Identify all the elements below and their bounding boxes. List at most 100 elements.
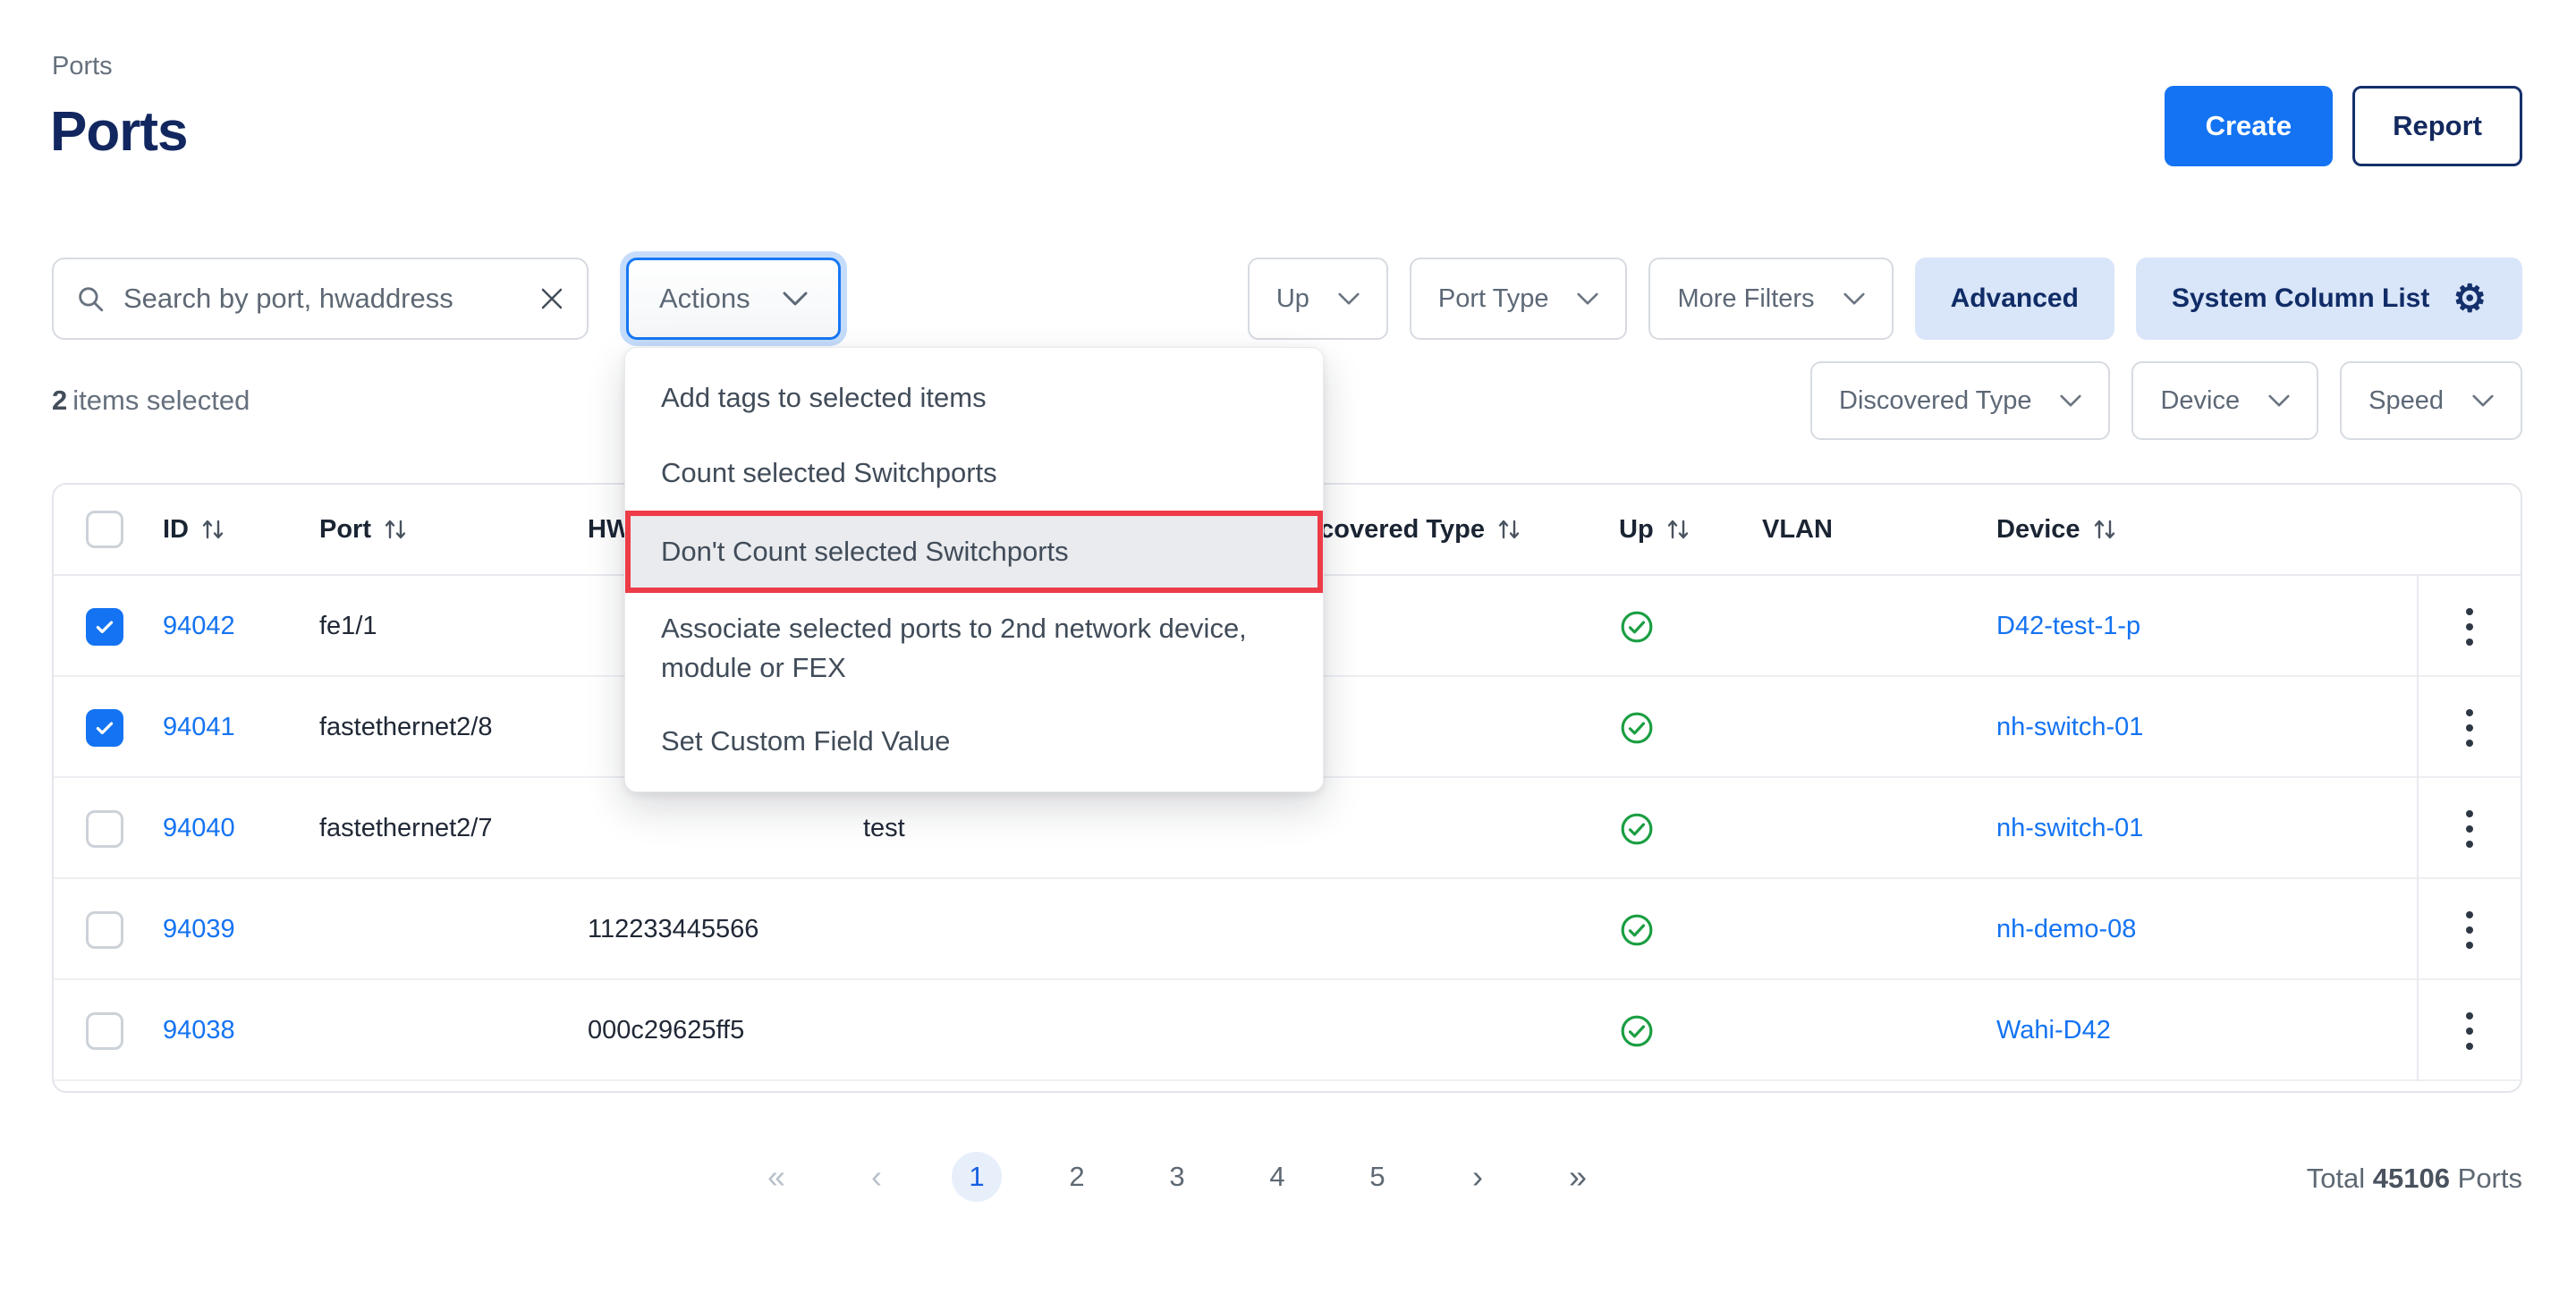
- actions-dropdown-menu: Add tags to selected items Count selecte…: [624, 347, 1324, 792]
- port-id-link[interactable]: 94038: [163, 1016, 319, 1045]
- port-id-link[interactable]: 94041: [163, 713, 319, 742]
- page-title: Ports: [50, 100, 187, 164]
- hw-cell: 112233445566: [588, 915, 863, 944]
- toolbar: Actions Up Port Type More Fil: [52, 258, 2522, 340]
- page-button-4[interactable]: 4: [1252, 1152, 1302, 1202]
- column-header-device[interactable]: Device: [1996, 515, 2417, 545]
- system-column-list-button[interactable]: System Column List ⚙: [2136, 258, 2522, 340]
- up-check-icon: [1619, 609, 1762, 645]
- row-checkbox[interactable]: [86, 911, 123, 949]
- row-actions-kebab-icon[interactable]: [2457, 902, 2482, 958]
- menu-item-set-custom-field[interactable]: Set Custom Field Value: [625, 704, 1323, 779]
- up-check-icon: [1619, 1013, 1762, 1049]
- filter-speed[interactable]: Speed: [2340, 361, 2522, 440]
- chevron-down-icon: [1338, 292, 1360, 306]
- total-count: 45106: [2373, 1163, 2450, 1194]
- chevron-down-icon: [2268, 394, 2290, 408]
- device-link[interactable]: nh-switch-01: [1996, 713, 2417, 742]
- first-page-icon[interactable]: «: [751, 1158, 801, 1196]
- column-header-id[interactable]: ID: [163, 515, 319, 545]
- filter-speed-label: Speed: [2368, 386, 2444, 416]
- filter-up[interactable]: Up: [1248, 258, 1388, 340]
- hw-cell: 000c29625ff5: [588, 1016, 863, 1045]
- row-actions-kebab-icon[interactable]: [2457, 599, 2482, 655]
- chevron-down-icon: [2060, 394, 2081, 408]
- device-link[interactable]: Wahi-D42: [1996, 1016, 2417, 1045]
- menu-item-count-switchports[interactable]: Count selected Switchports: [625, 436, 1323, 511]
- row-checkbox[interactable]: [86, 608, 123, 646]
- row-actions-kebab-icon[interactable]: [2457, 1003, 2482, 1059]
- menu-item-add-tags[interactable]: Add tags to selected items: [625, 360, 1323, 436]
- total-label: Total: [2307, 1163, 2365, 1194]
- column-header-discovered-type[interactable]: Discovered Type: [1279, 515, 1619, 545]
- column-header-vlan[interactable]: VLAN: [1762, 515, 1996, 545]
- device-link[interactable]: nh-switch-01: [1996, 814, 2417, 843]
- chevron-down-icon: [1843, 292, 1865, 306]
- next-page-icon[interactable]: ›: [1453, 1158, 1503, 1196]
- table-row: 94039 112233445566 nh-demo-08: [54, 879, 2521, 980]
- device-link[interactable]: nh-demo-08: [1996, 915, 2417, 944]
- port-cell: fastethernet2/7: [319, 814, 588, 843]
- up-check-icon: [1619, 710, 1762, 746]
- page-button-1[interactable]: 1: [952, 1152, 1002, 1202]
- ports-page: Ports Ports Create Report Actions: [0, 0, 2576, 1311]
- select-all-checkbox[interactable]: [86, 511, 123, 548]
- filter-more-filters-label: More Filters: [1677, 284, 1814, 314]
- column-header-port[interactable]: Port: [319, 515, 588, 545]
- port-id-link[interactable]: 94039: [163, 915, 319, 944]
- menu-item-associate-ports[interactable]: Associate selected ports to 2nd network …: [625, 593, 1323, 704]
- filter-discovered-type[interactable]: Discovered Type: [1810, 361, 2110, 440]
- up-cell: [1619, 609, 1762, 645]
- advanced-label: Advanced: [1951, 283, 2079, 314]
- filter-port-type[interactable]: Port Type: [1410, 258, 1628, 340]
- row-actions-kebab-icon[interactable]: [2457, 801, 2482, 857]
- pagination: « ‹ 1 2 3 4 5 › »: [751, 1152, 1603, 1202]
- chevron-down-icon: [1577, 292, 1598, 306]
- up-cell: [1619, 710, 1762, 746]
- actions-label: Actions: [659, 283, 750, 315]
- page-button-2[interactable]: 2: [1052, 1152, 1102, 1202]
- filter-device[interactable]: Device: [2131, 361, 2318, 440]
- system-column-list-label: System Column List: [2172, 283, 2429, 314]
- sort-icon[interactable]: [382, 516, 409, 543]
- search-box[interactable]: [52, 258, 589, 340]
- menu-item-dont-count-switchports[interactable]: Don't Count selected Switchports: [625, 511, 1323, 593]
- sort-icon[interactable]: [1665, 516, 1691, 543]
- row-actions-kebab-icon[interactable]: [2457, 700, 2482, 756]
- port-id-link[interactable]: 94042: [163, 612, 319, 641]
- search-input[interactable]: [123, 283, 521, 315]
- last-page-icon[interactable]: »: [1553, 1158, 1603, 1196]
- row-checkbox[interactable]: [86, 709, 123, 747]
- total-count-text: Total 45106 Ports: [2307, 1163, 2522, 1195]
- filter-device-label: Device: [2160, 386, 2240, 416]
- port-id-link[interactable]: 94040: [163, 814, 319, 843]
- sort-icon[interactable]: [1496, 516, 1522, 543]
- device-link[interactable]: D42-test-1-p: [1996, 612, 2417, 641]
- filter-discovered-type-label: Discovered Type: [1839, 386, 2031, 416]
- filter-more-filters[interactable]: More Filters: [1648, 258, 1893, 340]
- breadcrumb[interactable]: Ports: [52, 52, 113, 81]
- row-checkbox[interactable]: [86, 810, 123, 848]
- up-cell: [1619, 912, 1762, 948]
- filter-up-label: Up: [1276, 284, 1309, 314]
- gear-icon: ⚙: [2453, 280, 2487, 317]
- chevron-down-icon: [783, 292, 808, 307]
- page-button-3[interactable]: 3: [1152, 1152, 1202, 1202]
- selected-count: 2: [52, 385, 67, 416]
- selected-label: items selected: [72, 385, 250, 416]
- report-button[interactable]: Report: [2352, 86, 2522, 166]
- row-checkbox[interactable]: [86, 1012, 123, 1050]
- total-suffix: Ports: [2458, 1163, 2522, 1194]
- up-cell: [1619, 1013, 1762, 1049]
- up-cell: [1619, 811, 1762, 847]
- items-selected-text: 2items selected: [52, 385, 250, 417]
- actions-dropdown-button[interactable]: Actions: [626, 258, 841, 340]
- advanced-button[interactable]: Advanced: [1915, 258, 2114, 340]
- prev-page-icon[interactable]: ‹: [852, 1158, 902, 1196]
- sort-icon[interactable]: [199, 516, 226, 543]
- column-header-up[interactable]: Up: [1619, 515, 1762, 545]
- sort-icon[interactable]: [2091, 516, 2118, 543]
- clear-search-icon[interactable]: [538, 285, 565, 312]
- page-button-5[interactable]: 5: [1352, 1152, 1402, 1202]
- create-button[interactable]: Create: [2165, 86, 2334, 166]
